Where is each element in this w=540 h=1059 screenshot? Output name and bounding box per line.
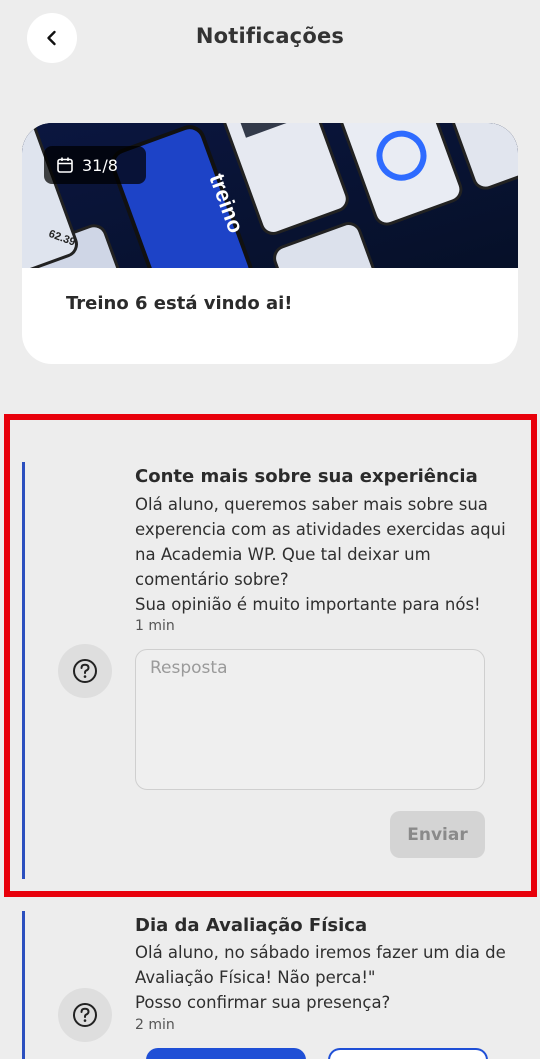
date-badge: 31/8 [44,146,146,184]
send-button[interactable]: Enviar [390,811,485,858]
notification-body: Olá aluno, queremos saber mais sobre sua… [135,495,506,614]
notification-accent-bar [22,462,25,879]
question-circle-icon [73,659,97,683]
notification-title: Dia da Avaliação Física [135,915,368,936]
news-title: Treino 6 está vindo ai! [66,293,293,314]
date-text: 31/8 [82,155,118,175]
notification-item: Dia da Avaliação Física Olá aluno, no sá… [22,911,522,1059]
notification-accent-bar [22,911,25,1059]
page-title: Notificações [195,24,345,48]
notification-title: Conte mais sobre sua experiência [135,466,478,487]
news-banner-image: treino 62.39 31/8 [22,123,518,268]
notification-time: 1 min [135,618,175,634]
calendar-icon [57,157,73,173]
question-circle-icon [73,1003,97,1027]
answer-input[interactable] [135,649,485,790]
question-badge [58,988,112,1042]
question-badge [58,644,112,698]
confirm-button[interactable] [146,1048,306,1059]
news-card[interactable]: treino 62.39 31/8 Treino 6 está vindo ai… [22,123,518,364]
notification-time: 2 min [135,1017,175,1033]
notification-body: Olá aluno, no sábado iremos fazer um dia… [135,943,506,1012]
decline-button[interactable] [328,1048,488,1059]
header: Notificações [0,0,540,76]
notification-item: Conte mais sobre sua experiência Olá alu… [22,462,522,882]
